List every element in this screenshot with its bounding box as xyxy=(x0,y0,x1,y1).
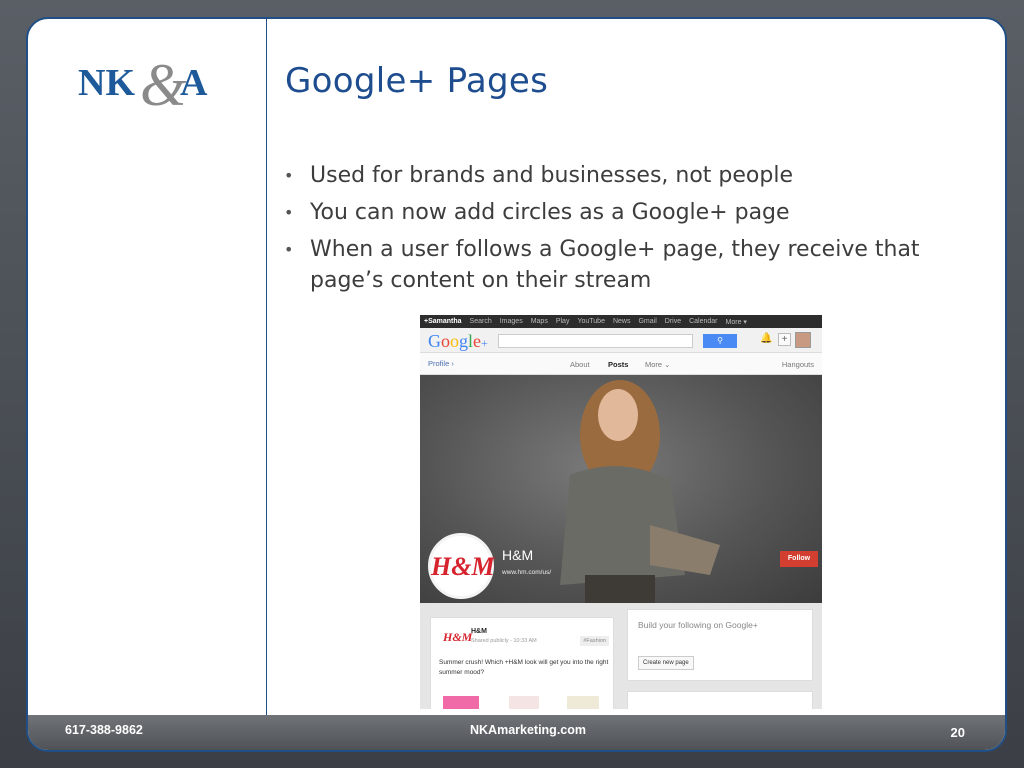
google-topbar: +Samantha Search Images Maps Play YouTub… xyxy=(420,315,822,328)
post-card: H&M H&M Shared publicly - 10:33 AM #Fash… xyxy=(430,617,614,709)
topbar-link: Images xyxy=(499,318,523,325)
topbar-link: More ▾ xyxy=(725,318,747,326)
googleplus-screenshot: +Samantha Search Images Maps Play YouTub… xyxy=(420,315,822,709)
topbar-link: Play xyxy=(555,318,570,325)
search-icon: ⚲ xyxy=(703,334,737,348)
posts-area: H&M H&M Shared publicly - 10:33 AM #Fash… xyxy=(420,603,822,709)
page-name: H&M xyxy=(502,547,534,563)
profile-link: Profile › xyxy=(428,359,454,368)
build-text: Build your following on Google+ xyxy=(638,620,758,630)
plus-icon: + xyxy=(778,333,791,346)
bullet-item: When a user follows a Google+ page, they… xyxy=(284,234,984,296)
tab-more: More ⌄ xyxy=(645,360,671,369)
hm-logo: H&M xyxy=(428,533,495,599)
topbar-link: Gmail xyxy=(638,318,657,325)
follow-button: Follow xyxy=(780,551,818,567)
svg-text:NK: NK xyxy=(78,62,135,104)
bullet-list: Used for brands and businesses, not peop… xyxy=(284,160,984,302)
topbar-link: +Samantha xyxy=(424,318,462,325)
google-search-bar: Google+ ⚲ 🔔 + xyxy=(420,328,822,353)
left-column: NK & A xyxy=(28,19,267,719)
bell-icon: 🔔 xyxy=(760,333,773,344)
topbar-link: News xyxy=(612,318,631,325)
post-author: H&M xyxy=(471,628,487,635)
topbar-link: Maps xyxy=(530,318,548,325)
tab-about: About xyxy=(570,360,590,369)
topbar-link: YouTube xyxy=(577,318,605,325)
slide: NK & A Google+ Pages Used for brands and… xyxy=(26,17,1007,752)
cover-photo: H&M H&M www.hm.com/us/ Follow xyxy=(420,375,822,603)
footer-website: NKAmarketing.com xyxy=(470,723,586,737)
avatar xyxy=(795,332,811,348)
post-text: Summer crush! Which +H&M look will get y… xyxy=(439,659,609,676)
tab-posts: Posts xyxy=(608,360,629,369)
page-number: 20 xyxy=(950,725,965,740)
footer-bar: 617-388-9862 NKAmarketing.com 20 xyxy=(28,715,1005,750)
nka-logo: NK & A xyxy=(78,52,208,118)
topbar-link: Calendar xyxy=(689,318,718,325)
google-page-nav: Profile › About Posts More ⌄ Hangouts xyxy=(420,353,822,375)
svg-text:A: A xyxy=(180,62,208,104)
sidebar-card xyxy=(627,691,813,709)
hm-post-logo: H&M xyxy=(443,630,473,644)
footer-phone: 617-388-9862 xyxy=(65,723,143,737)
topbar-link: Drive xyxy=(664,318,682,325)
page-url: www.hm.com/us/ xyxy=(502,569,552,576)
bullet-item: Used for brands and businesses, not peop… xyxy=(284,160,984,191)
build-following-card: Build your following on Google+ Create n… xyxy=(627,609,813,681)
bullet-item: You can now add circles as a Google+ pag… xyxy=(284,197,984,228)
post-images xyxy=(443,696,599,709)
google-logo: Google+ xyxy=(428,331,488,351)
create-page-button: Create new page xyxy=(638,656,694,670)
hangouts-link: Hangouts xyxy=(781,360,814,369)
topbar-link: Search xyxy=(469,318,492,325)
search-input xyxy=(498,334,693,348)
post-tag: #Fashion xyxy=(580,636,609,646)
post-meta: Shared publicly - 10:33 AM xyxy=(471,638,537,644)
slide-title: Google+ Pages xyxy=(285,61,549,101)
